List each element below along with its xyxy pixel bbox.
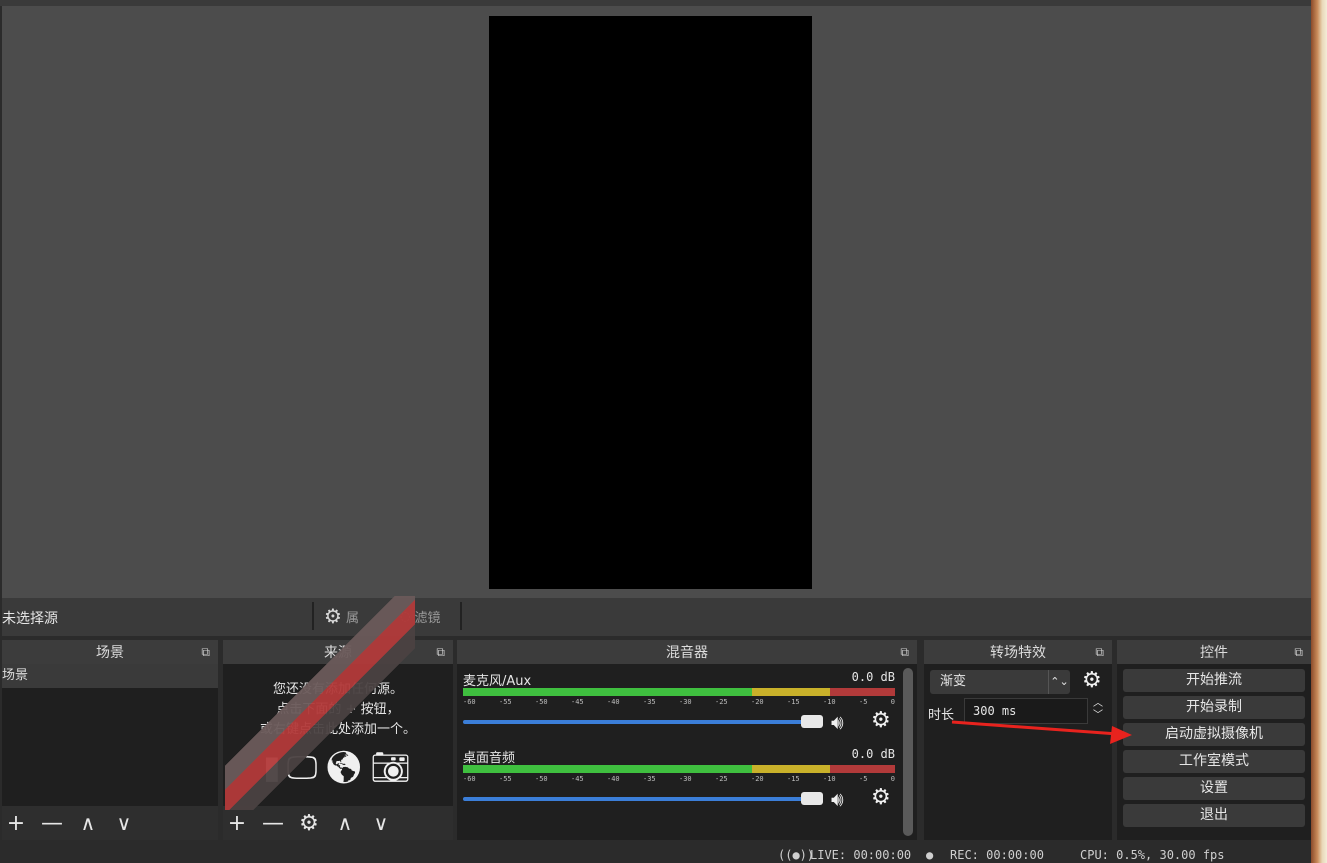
- source-properties-gear-icon[interactable]: ⚙: [295, 809, 323, 837]
- hint-line: 点击下面的 + 按钮，: [276, 702, 400, 717]
- volume-slider-track[interactable]: [463, 797, 823, 801]
- gear-icon[interactable]: ⚙: [1082, 668, 1102, 693]
- preview-area[interactable]: [2, 6, 1311, 598]
- live-indicator-icon: ((●)): [778, 848, 815, 862]
- toolbar-separator: [312, 602, 314, 630]
- scenes-title: 场景: [96, 645, 124, 661]
- meter-ticks: -60 -55 -50 -45 -40 -35 -30 -25 -20 -15 -10 -5 0: [463, 775, 895, 783]
- track-name: 麦克风/Aux: [463, 674, 532, 689]
- exit-button[interactable]: 退出: [1123, 804, 1305, 827]
- rec-time: REC: 00:00:00: [950, 848, 1044, 862]
- start-virtual-camera-button[interactable]: 启动虚拟摄像机: [1123, 723, 1305, 746]
- hint-line: 或右键点击此处添加一个。: [259, 722, 416, 737]
- add-scene-button[interactable]: +: [2, 809, 30, 837]
- filters-label: 滤镜: [414, 610, 441, 626]
- transitions-dock-title: 转场特效 ⧉: [924, 640, 1112, 664]
- mixer-track-mic: 麦克风/Aux 0.0 dB -60 -55 -50 -45 -40 -35 -30 -25-…: [463, 670, 895, 742]
- mixer-track-desktop: 桌面音频 0.0 dB -60 -55 -50 -45 -40 -35 -30 -25 -20-…: [463, 747, 895, 819]
- transitions-dock: 转场特效 ⧉ 渐变 ⌃⌄ ⚙ 时长 300 ms ︿ ﹀: [924, 640, 1112, 840]
- filter-icon: ◌: [400, 609, 411, 623]
- duration-input[interactable]: 300 ms: [964, 698, 1088, 724]
- gear-icon[interactable]: ⚙: [871, 708, 891, 733]
- scenes-toolbar: + — ∧ ∨: [2, 806, 218, 840]
- rec-indicator-icon: ●: [926, 848, 934, 862]
- float-dock-icon[interactable]: ⧉: [900, 645, 909, 660]
- status-bar: ((●)) LIVE: 00:00:00 ● REC: 00:00:00 CPU…: [2, 840, 1311, 863]
- controls-body: 开始推流 开始录制 启动虚拟摄像机 工作室模式 设置 退出: [1117, 664, 1311, 840]
- remove-scene-button[interactable]: —: [38, 809, 66, 837]
- volume-slider-handle[interactable]: [801, 792, 823, 805]
- image-source-icon: ▮: [263, 748, 281, 786]
- volume-meter: [463, 765, 895, 773]
- source-toolbar: 未选择源 ⚙ 属 ◌ 滤镜: [2, 598, 1311, 636]
- remove-source-button[interactable]: —: [259, 809, 287, 837]
- studio-mode-button[interactable]: 工作室模式: [1123, 750, 1305, 773]
- hint-line: 您还没有添加任何源。: [272, 682, 403, 697]
- mixer-dock-title: 混音器 ⧉: [457, 640, 917, 664]
- start-streaming-button[interactable]: 开始推流: [1123, 669, 1305, 692]
- volume-slider-track[interactable]: [463, 720, 823, 724]
- track-db: 0.0 dB: [851, 747, 895, 761]
- add-source-button[interactable]: +: [223, 809, 251, 837]
- float-dock-icon[interactable]: ⧉: [201, 645, 210, 660]
- sources-title: 来源: [324, 645, 352, 661]
- camera-source-icon: 📷︎: [370, 748, 411, 786]
- move-scene-down-button[interactable]: ∨: [110, 809, 138, 837]
- meter-ticks: -60 -55 -50 -45 -40 -35 -30 -25 -20 -15 -10 -5 0: [463, 698, 895, 706]
- track-db: 0.0 dB: [851, 670, 895, 684]
- move-source-down-button[interactable]: ∨: [367, 809, 395, 837]
- browser-source-icon: 🌎︎: [323, 748, 365, 786]
- display-capture-icon: 🖵: [286, 748, 318, 786]
- move-source-up-button[interactable]: ∧: [331, 809, 359, 837]
- mixer-scrollbar[interactable]: [903, 668, 913, 836]
- duration-label: 时长: [928, 708, 955, 723]
- mixer-body: 麦克风/Aux 0.0 dB -60 -55 -50 -45 -40 -35 -30 -25-…: [457, 664, 917, 840]
- gear-icon[interactable]: ⚙: [871, 785, 891, 810]
- cpu-fps: CPU: 0.5%, 30.00 fps: [1080, 848, 1225, 862]
- sources-dock: 来源 ⧉ 您还没有添加任何源。 点击下面的 + 按钮， 或右键点击此处添加一个。…: [223, 640, 453, 840]
- volume-slider-handle[interactable]: [801, 715, 823, 728]
- controls-title: 控件: [1200, 645, 1228, 661]
- gear-icon: ⚙: [324, 604, 342, 628]
- sources-dock-title: 来源 ⧉: [223, 640, 453, 664]
- controls-dock-title: 控件 ⧉: [1117, 640, 1311, 664]
- settings-button[interactable]: 设置: [1123, 777, 1305, 800]
- sources-toolbar: + — ⚙ ∧ ∨: [223, 806, 453, 840]
- move-scene-up-button[interactable]: ∧: [74, 809, 102, 837]
- obs-window: 未选择源 ⚙ 属 ◌ 滤镜 场景 ⧉ 场景 + — ∧ ∨ 来源 ⧉ 您还没有添…: [0, 0, 1327, 863]
- transitions-body: 渐变 ⌃⌄ ⚙ 时长 300 ms ︿ ﹀: [924, 664, 1112, 840]
- scenes-dock-title: 场景 ⧉: [2, 640, 218, 664]
- start-recording-button[interactable]: 开始录制: [1123, 696, 1305, 719]
- transition-select[interactable]: 渐变 ⌃⌄: [930, 670, 1070, 694]
- properties-button[interactable]: ⚙ 属: [324, 604, 359, 628]
- toolbar-separator: [460, 602, 462, 630]
- speaker-icon[interactable]: 🔊︎: [831, 787, 844, 811]
- select-updown-icon: ⌃⌄: [1048, 670, 1070, 694]
- transitions-title: 转场特效: [990, 645, 1046, 661]
- float-dock-icon[interactable]: ⧉: [436, 645, 445, 660]
- source-type-icons: ▮ 🖵 🌎︎ 📷︎: [263, 748, 411, 787]
- duration-spinner[interactable]: ︿ ﹀: [1088, 698, 1108, 724]
- properties-label: 属: [345, 610, 359, 626]
- controls-dock: 控件 ⧉ 开始推流 开始录制 启动虚拟摄像机 工作室模式 设置 退出: [1117, 640, 1311, 840]
- scene-item[interactable]: 场景: [2, 664, 218, 688]
- track-name: 桌面音频: [463, 751, 516, 766]
- live-time: LIVE: 00:00:00: [810, 848, 912, 862]
- mixer-title: 混音器: [666, 645, 708, 661]
- sources-list[interactable]: 您还没有添加任何源。 点击下面的 + 按钮， 或右键点击此处添加一个。 ▮ 🖵 …: [223, 664, 453, 840]
- sources-empty-hint: 您还没有添加任何源。 点击下面的 + 按钮， 或右键点击此处添加一个。: [223, 680, 453, 740]
- mixer-dock: 混音器 ⧉ 麦克风/Aux 0.0 dB -60 -55 -50 -45 -40 -35-…: [457, 640, 917, 840]
- no-source-label: 未选择源: [2, 611, 58, 627]
- volume-meter: [463, 688, 895, 696]
- float-dock-icon[interactable]: ⧉: [1294, 645, 1303, 660]
- float-dock-icon[interactable]: ⧉: [1095, 645, 1104, 660]
- background-photo-edge: [1311, 0, 1327, 863]
- scenes-list[interactable]: 场景 + — ∧ ∨: [2, 664, 218, 840]
- transition-selected: 渐变: [940, 674, 967, 689]
- preview-canvas[interactable]: [489, 16, 812, 589]
- filters-button[interactable]: ◌ 滤镜: [400, 604, 441, 628]
- speaker-icon[interactable]: 🔊︎: [831, 710, 844, 734]
- scenes-dock: 场景 ⧉ 场景 + — ∧ ∨: [2, 640, 218, 840]
